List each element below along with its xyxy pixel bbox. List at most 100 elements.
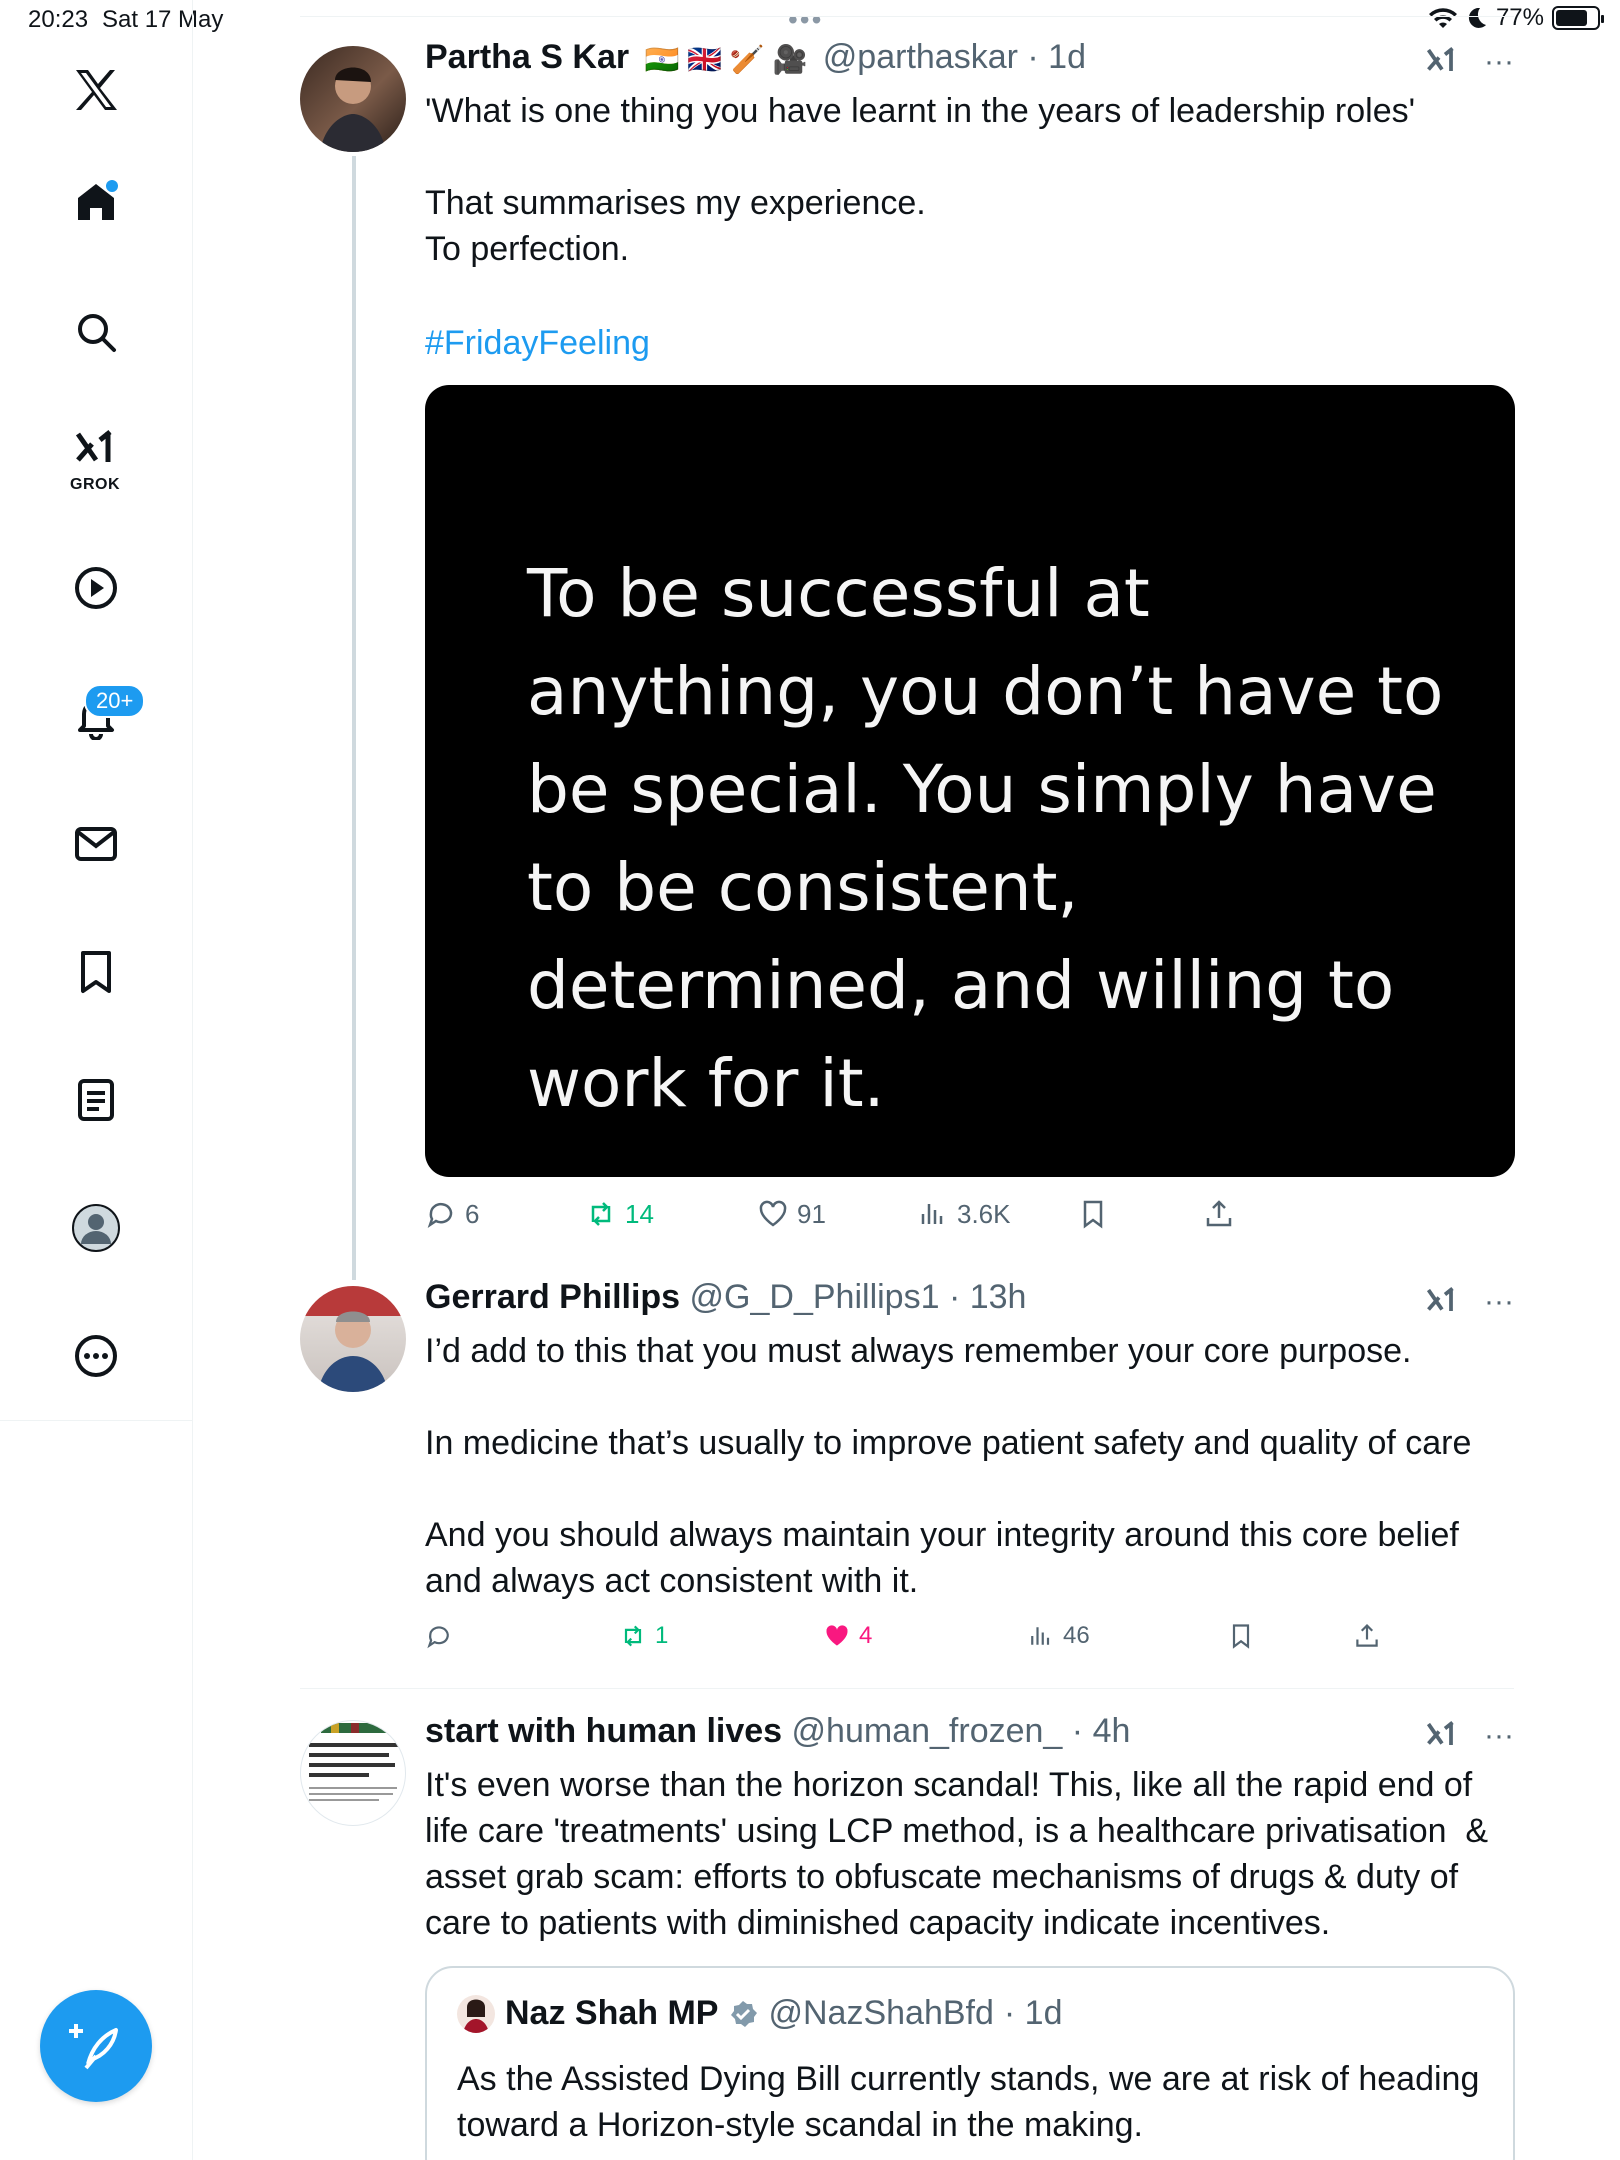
messages-icon[interactable] <box>66 814 126 874</box>
author-name[interactable]: Partha S Kar <box>425 38 629 76</box>
bookmarks-icon[interactable] <box>66 942 126 1002</box>
status-right: 77% <box>1428 4 1604 32</box>
profile-avatar-icon[interactable] <box>66 1198 126 1258</box>
share-button[interactable] <box>1353 1622 1381 1650</box>
reply-count: 6 <box>465 1198 480 1229</box>
image-quote-text: To be successful at anything, you don’t … <box>527 555 1444 1122</box>
lists-icon[interactable] <box>66 1070 126 1130</box>
tweet-text: It's even worse than the horizon scandal… <box>425 1766 1489 1942</box>
repost-icon <box>624 1625 642 1647</box>
top-divider <box>300 16 1514 17</box>
avatar-partha-icon <box>320 67 386 152</box>
quoted-author-handle[interactable]: @NazShahBfd <box>768 1994 993 2033</box>
hashtag-link[interactable]: #FridayFeeling <box>425 320 650 366</box>
video-icon[interactable] <box>66 558 126 618</box>
x-logo-icon[interactable] <box>66 60 126 120</box>
views-button[interactable]: 3.6K <box>917 1198 1077 1230</box>
bookmark-button[interactable] <box>1227 1622 1353 1650</box>
share-icon <box>1356 1623 1378 1647</box>
quoted-tweet-header: Naz Shah MP @NazShahBfd · 1d <box>457 1994 1063 2033</box>
tweet-header: start with human lives @human_frozen_ · … <box>425 1712 1130 1751</box>
repost-button[interactable]: 1 <box>619 1622 823 1650</box>
thread-connector-line <box>352 156 356 1280</box>
reply-icon <box>427 1202 453 1229</box>
sidebar: GROK 20+ <box>0 0 193 2160</box>
like-count: 4 <box>859 1622 873 1649</box>
home-notification-dot <box>106 180 118 192</box>
bookmark-icon <box>1083 1200 1103 1229</box>
avatar-gerrard-icon <box>300 1286 406 1392</box>
tweet-text: I’d add to this that you must always rem… <box>425 1332 1472 1600</box>
reply-button[interactable]: 6 <box>425 1198 585 1230</box>
tweet-top-actions: ··· <box>1424 44 1514 80</box>
multitask-dots-icon[interactable]: ••• <box>788 4 823 36</box>
tweet-text: 'What is one thing you have learnt in th… <box>425 92 1416 268</box>
sidebar-separator <box>0 1420 193 1421</box>
more-options-icon[interactable]: ··· <box>1484 45 1514 79</box>
author-name[interactable]: start with human lives <box>425 1712 782 1750</box>
quoted-tweet-text: As the Assisted Dying Bill currently sta… <box>457 2060 1480 2144</box>
quoted-tweet-card[interactable]: Naz Shah MP @NazShahBfd · 1d As the Assi… <box>425 1966 1515 2160</box>
author-handle[interactable]: @G_D_Phillips1 <box>690 1278 940 1316</box>
repost-count: 14 <box>625 1198 654 1229</box>
tweet-actions: 6 14 91 3.6K <box>425 1198 1235 1230</box>
like-count: 91 <box>797 1198 826 1229</box>
tweet-time[interactable]: · 13h <box>949 1278 1027 1316</box>
share-button[interactable] <box>1203 1198 1235 1230</box>
avatar[interactable] <box>300 1720 406 1826</box>
home-icon[interactable] <box>66 172 126 232</box>
views-count: 46 <box>1063 1622 1090 1649</box>
grok-icon[interactable] <box>1424 1718 1460 1754</box>
like-button[interactable]: 4 <box>823 1622 1027 1650</box>
repost-count: 1 <box>655 1622 669 1649</box>
avatar-naz-icon <box>463 1999 489 2033</box>
tweet-actions: 1 4 46 <box>425 1622 1381 1650</box>
quoted-author-name[interactable]: Naz Shah MP <box>505 1994 718 2033</box>
tweet-time[interactable]: · 1d <box>1027 38 1086 76</box>
status-bar: 20:23 Sat 17 May ••• 77% <box>0 0 1620 40</box>
tweet-divider <box>300 1688 1514 1689</box>
search-icon[interactable] <box>66 302 126 362</box>
reply-button[interactable] <box>425 1622 619 1650</box>
wifi-icon <box>1428 8 1457 28</box>
grok-icon[interactable] <box>1424 1284 1460 1320</box>
grok-icon[interactable] <box>66 420 126 480</box>
grok-icon[interactable] <box>1424 44 1460 80</box>
reply-icon <box>427 1626 449 1649</box>
repost-button[interactable]: 14 <box>585 1198 757 1230</box>
name-emoji-flags: 🇮🇳 🇬🇧 🏏 🎥 <box>644 43 808 75</box>
quoted-avatar[interactable] <box>457 1994 495 2033</box>
avatar[interactable] <box>300 46 406 152</box>
notifications-badge: 20+ <box>84 684 146 718</box>
repost-icon <box>591 1202 611 1226</box>
avatar[interactable] <box>300 1286 406 1392</box>
share-icon <box>1206 1200 1232 1227</box>
battery-icon <box>1552 6 1604 30</box>
like-button[interactable]: 91 <box>757 1198 917 1230</box>
author-handle[interactable]: @human_frozen_ <box>792 1712 1063 1750</box>
views-count: 3.6K <box>957 1198 1011 1229</box>
views-icon <box>1031 1627 1050 1645</box>
tweet-top-actions: ··· <box>1424 1718 1514 1754</box>
views-button[interactable]: 46 <box>1027 1622 1227 1650</box>
tweet-image[interactable]: To be successful at anything, you don’t … <box>425 385 1515 1177</box>
author-name[interactable]: Gerrard Phillips <box>425 1278 680 1316</box>
tweet-header: Gerrard Phillips @G_D_Phillips1 · 13h <box>425 1278 1026 1317</box>
quoted-tweet-time: · 1d <box>1003 1994 1063 2032</box>
verified-badge-icon <box>731 2000 758 2027</box>
tweet-top-actions: ··· <box>1424 1284 1514 1320</box>
bookmark-button[interactable] <box>1077 1198 1203 1230</box>
more-icon[interactable] <box>66 1326 126 1386</box>
tweet-time[interactable]: · 4h <box>1072 1712 1131 1750</box>
heart-filled-icon <box>826 1625 848 1646</box>
more-options-icon[interactable]: ··· <box>1484 1719 1514 1753</box>
battery-fill <box>1556 10 1587 26</box>
author-handle[interactable]: @parthaskar <box>823 38 1018 76</box>
views-icon <box>921 1204 943 1224</box>
more-options-icon[interactable]: ··· <box>1484 1285 1514 1319</box>
tweet-header: Partha S Kar 🇮🇳 🇬🇧 🏏 🎥 @parthaskar · 1d <box>425 38 1086 77</box>
bookmark-icon <box>1232 1624 1250 1649</box>
compose-post-button[interactable] <box>40 1990 152 2102</box>
heart-icon <box>759 1200 787 1227</box>
battery-percent: 77% <box>1495 4 1544 31</box>
